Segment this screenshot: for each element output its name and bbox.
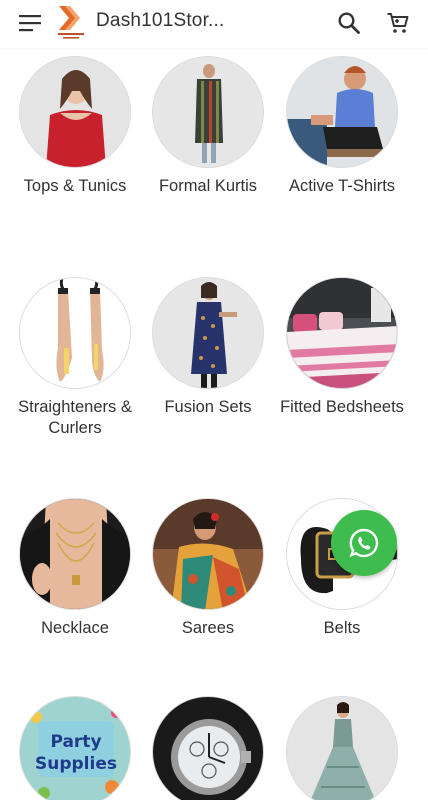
category-image[interactable] bbox=[19, 498, 131, 610]
category-item[interactable]: Straighteners & Curlers bbox=[8, 277, 142, 439]
category-label[interactable]: Sarees bbox=[141, 618, 275, 639]
menu-icon[interactable] bbox=[16, 10, 46, 36]
cart-icon[interactable] bbox=[383, 8, 413, 38]
party-sign-line1: Party bbox=[50, 732, 101, 752]
category-item[interactable]: Sarees bbox=[141, 498, 275, 639]
category-label[interactable]: Belts bbox=[275, 618, 409, 639]
category-image[interactable] bbox=[19, 277, 131, 389]
category-label[interactable]: Formal Kurtis bbox=[141, 176, 275, 197]
category-image[interactable] bbox=[286, 696, 398, 800]
category-label[interactable]: Tops & Tunics bbox=[8, 176, 142, 197]
category-label[interactable]: Active T-Shirts bbox=[275, 176, 409, 197]
whatsapp-icon bbox=[349, 528, 379, 558]
category-item[interactable]: Party Supplies bbox=[8, 696, 142, 800]
category-image[interactable] bbox=[152, 277, 264, 389]
category-image[interactable] bbox=[286, 56, 398, 168]
category-item[interactable] bbox=[275, 696, 409, 800]
party-sign-line2: Supplies bbox=[35, 754, 117, 774]
category-item[interactable]: Active T-Shirts bbox=[275, 56, 409, 197]
category-item[interactable]: Formal Kurtis bbox=[141, 56, 275, 197]
category-item[interactable]: Necklace bbox=[8, 498, 142, 639]
category-image[interactable]: Party Supplies bbox=[19, 696, 131, 800]
category-image[interactable] bbox=[152, 498, 264, 610]
app-bar: Dash101Stor... bbox=[0, 0, 428, 48]
category-image[interactable] bbox=[152, 56, 264, 168]
category-item[interactable]: Fitted Bedsheets bbox=[275, 277, 409, 418]
category-image[interactable] bbox=[19, 56, 131, 168]
category-label[interactable]: Straighteners & Curlers bbox=[8, 397, 142, 439]
whatsapp-button[interactable] bbox=[331, 510, 397, 576]
store-logo[interactable] bbox=[56, 4, 86, 42]
store-title[interactable]: Dash101Stor... bbox=[96, 10, 231, 32]
category-label[interactable]: Fitted Bedsheets bbox=[275, 397, 409, 418]
category-label[interactable]: Fusion Sets bbox=[141, 397, 275, 418]
category-item[interactable]: Fusion Sets bbox=[141, 277, 275, 418]
category-image[interactable] bbox=[152, 696, 264, 800]
category-image[interactable] bbox=[286, 277, 398, 389]
category-label[interactable]: Necklace bbox=[8, 618, 142, 639]
search-icon[interactable] bbox=[334, 8, 364, 38]
category-item[interactable] bbox=[141, 696, 275, 800]
category-item[interactable]: Tops & Tunics bbox=[8, 56, 142, 197]
